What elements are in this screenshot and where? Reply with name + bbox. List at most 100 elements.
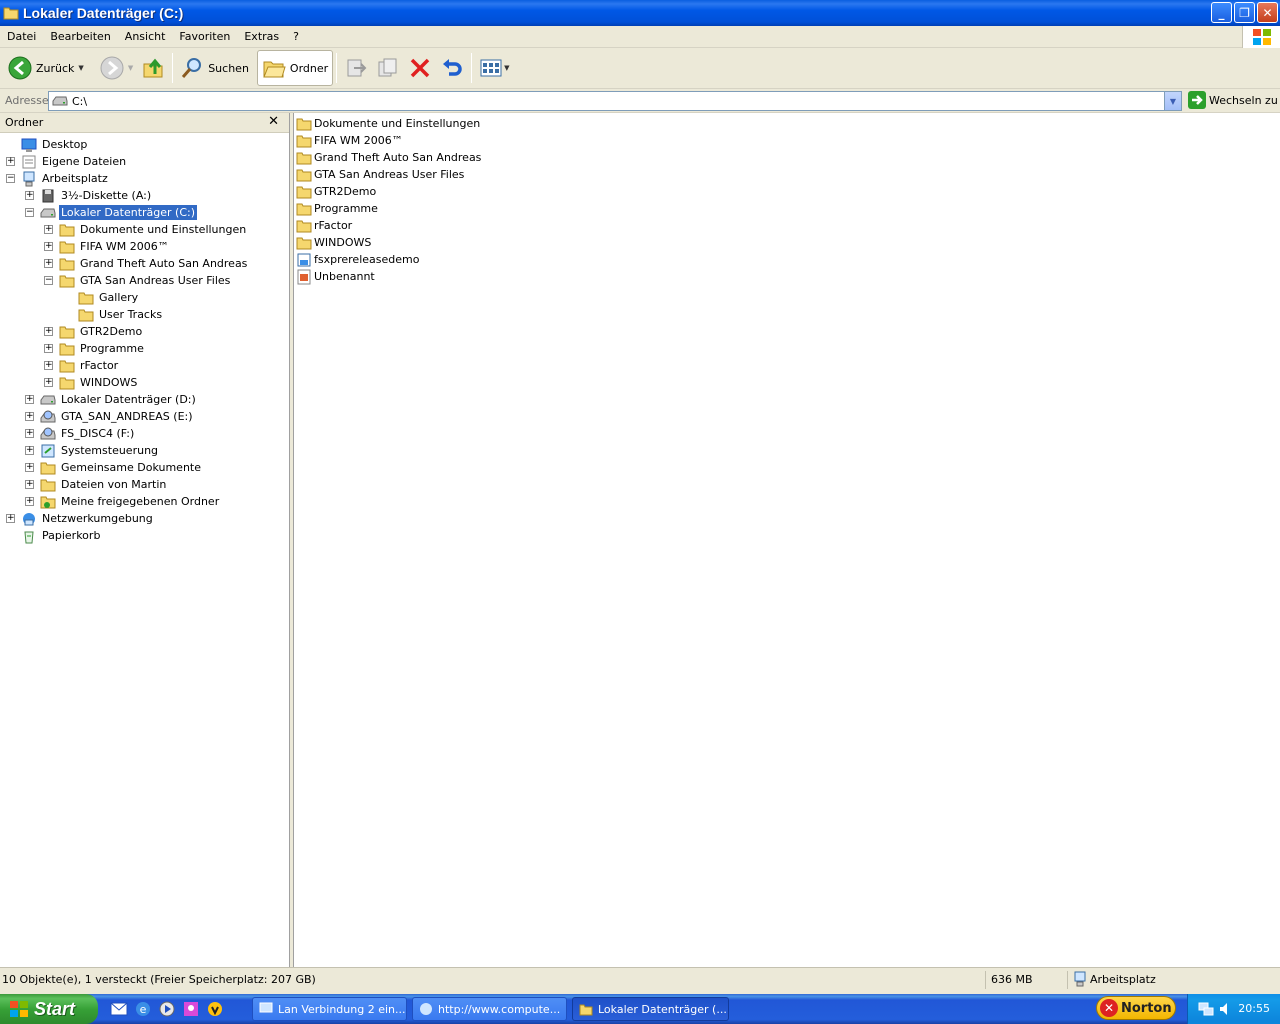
- collapse-icon[interactable]: −: [25, 208, 34, 217]
- file-item[interactable]: fsxprereleasedemo: [296, 251, 1280, 268]
- tree-item[interactable]: + Systemsteuerung: [0, 442, 289, 459]
- file-item[interactable]: FIFA WM 2006™: [296, 132, 1280, 149]
- move-to-button[interactable]: [340, 50, 372, 86]
- norton-button[interactable]: ✕ Norton: [1096, 996, 1176, 1020]
- tree-item[interactable]: − Arbeitsplatz: [0, 170, 289, 187]
- file-item[interactable]: WINDOWS: [296, 234, 1280, 251]
- tree-item-label: Papierkorb: [42, 529, 101, 542]
- menu-ansicht[interactable]: Ansicht: [118, 30, 173, 43]
- folders-button[interactable]: Ordner: [256, 50, 334, 86]
- menu-extras[interactable]: Extras: [237, 30, 286, 43]
- tree-item[interactable]: + Gemeinsame Dokumente: [0, 459, 289, 476]
- tree-item[interactable]: Gallery: [0, 289, 289, 306]
- expand-icon[interactable]: +: [25, 446, 34, 455]
- forward-button[interactable]: ▼: [96, 50, 137, 86]
- back-button[interactable]: Zurück ▼: [4, 50, 88, 86]
- expand-icon[interactable]: +: [25, 191, 34, 200]
- network-status-icon[interactable]: [1198, 1001, 1214, 1017]
- file-item[interactable]: Grand Theft Auto San Andreas: [296, 149, 1280, 166]
- tree-item[interactable]: + WINDOWS: [0, 374, 289, 391]
- tree-item[interactable]: + GTA_SAN_ANDREAS (E:): [0, 408, 289, 425]
- tree-item[interactable]: + Lokaler Datenträger (D:): [0, 391, 289, 408]
- expand-icon[interactable]: +: [25, 395, 34, 404]
- tree-item[interactable]: + GTR2Demo: [0, 323, 289, 340]
- dropdown-arrow-icon[interactable]: ▼: [504, 64, 509, 72]
- menu-help[interactable]: ?: [286, 30, 306, 43]
- expand-icon[interactable]: +: [25, 412, 34, 421]
- internet-explorer-icon[interactable]: e: [134, 1000, 152, 1018]
- media-player-icon[interactable]: [158, 1000, 176, 1018]
- tree-item[interactable]: + rFactor: [0, 357, 289, 374]
- folder-icon: [296, 203, 312, 215]
- windows-logo-icon: [1242, 26, 1280, 48]
- dropdown-arrow-icon[interactable]: ▼: [128, 64, 133, 72]
- dropdown-arrow-icon[interactable]: ▼: [78, 64, 83, 72]
- expand-icon[interactable]: +: [6, 514, 15, 523]
- menu-bearbeiten[interactable]: Bearbeiten: [43, 30, 117, 43]
- tree-item-label: Dateien von Martin: [61, 478, 167, 491]
- expand-icon[interactable]: +: [44, 378, 53, 387]
- expand-icon[interactable]: +: [6, 157, 15, 166]
- expand-icon[interactable]: +: [25, 429, 34, 438]
- collapse-icon[interactable]: −: [44, 276, 53, 285]
- address-input[interactable]: C:\ ▼: [48, 91, 1182, 111]
- start-label: Start: [34, 998, 76, 1019]
- expand-icon[interactable]: +: [44, 327, 53, 336]
- tree-item[interactable]: − GTA San Andreas User Files: [0, 272, 289, 289]
- address-dropdown-button[interactable]: ▼: [1164, 92, 1181, 110]
- tree-item[interactable]: + Programme: [0, 340, 289, 357]
- volume-icon[interactable]: [1218, 1001, 1234, 1017]
- file-item[interactable]: Dokumente und Einstellungen: [296, 115, 1280, 132]
- file-item[interactable]: GTA San Andreas User Files: [296, 166, 1280, 183]
- undo-button[interactable]: [436, 50, 468, 86]
- tree-item[interactable]: + Netzwerkumgebung: [0, 510, 289, 527]
- up-folder-button[interactable]: [137, 50, 169, 86]
- restore-button[interactable]: ❐: [1234, 2, 1255, 23]
- messenger-icon[interactable]: [182, 1000, 200, 1018]
- expand-icon[interactable]: +: [44, 242, 53, 251]
- expand-icon[interactable]: +: [25, 497, 34, 506]
- copy-to-button[interactable]: [372, 50, 404, 86]
- tree-item[interactable]: Desktop: [0, 136, 289, 153]
- tree-item[interactable]: + FS_DISC4 (F:): [0, 425, 289, 442]
- tree-item[interactable]: + Meine freigegebenen Ordner: [0, 493, 289, 510]
- taskbar-item-browser[interactable]: http://www.compute...: [412, 997, 567, 1021]
- close-pane-button[interactable]: ✕: [268, 114, 279, 129]
- tree-item[interactable]: + Grand Theft Auto San Andreas: [0, 255, 289, 272]
- taskbar-item-explorer[interactable]: Lokaler Datenträger (...: [572, 997, 729, 1021]
- network-icon: [259, 1002, 273, 1013]
- close-button[interactable]: ✕: [1257, 2, 1278, 23]
- file-item[interactable]: GTR2Demo: [296, 183, 1280, 200]
- start-button[interactable]: Start: [0, 994, 98, 1024]
- norton-quick-icon[interactable]: [206, 1000, 224, 1018]
- file-item[interactable]: Unbenannt: [296, 268, 1280, 285]
- outlook-express-icon[interactable]: [110, 1000, 128, 1018]
- search-button[interactable]: Suchen: [176, 50, 253, 86]
- tree-item[interactable]: Papierkorb: [0, 527, 289, 544]
- delete-button[interactable]: [404, 50, 436, 86]
- file-item[interactable]: Programme: [296, 200, 1280, 217]
- expand-icon[interactable]: +: [25, 480, 34, 489]
- menu-favoriten[interactable]: Favoriten: [172, 30, 237, 43]
- expand-icon[interactable]: +: [44, 225, 53, 234]
- menu-datei[interactable]: Datei: [0, 30, 43, 43]
- tree-item[interactable]: + Dateien von Martin: [0, 476, 289, 493]
- file-item-label: WINDOWS: [314, 236, 372, 249]
- taskbar-item-lan[interactable]: Lan Verbindung 2 ein...: [252, 997, 407, 1021]
- tree-item[interactable]: +3½-Diskette (A:): [0, 187, 289, 204]
- clock[interactable]: 20:55: [1238, 1002, 1270, 1015]
- minimize-button[interactable]: _: [1211, 2, 1232, 23]
- expand-icon[interactable]: +: [44, 259, 53, 268]
- collapse-icon[interactable]: −: [6, 174, 15, 183]
- tree-item[interactable]: + Dokumente und Einstellungen: [0, 221, 289, 238]
- file-item[interactable]: rFactor: [296, 217, 1280, 234]
- views-button[interactable]: ▼: [475, 50, 513, 86]
- tree-item[interactable]: + Eigene Dateien: [0, 153, 289, 170]
- go-button[interactable]: Wechseln zu: [1188, 91, 1278, 109]
- tree-item[interactable]: + FIFA WM 2006™: [0, 238, 289, 255]
- expand-icon[interactable]: +: [44, 361, 53, 370]
- tree-item[interactable]: User Tracks: [0, 306, 289, 323]
- expand-icon[interactable]: +: [25, 463, 34, 472]
- tree-item[interactable]: − Lokaler Datenträger (C:): [0, 204, 289, 221]
- expand-icon[interactable]: +: [44, 344, 53, 353]
